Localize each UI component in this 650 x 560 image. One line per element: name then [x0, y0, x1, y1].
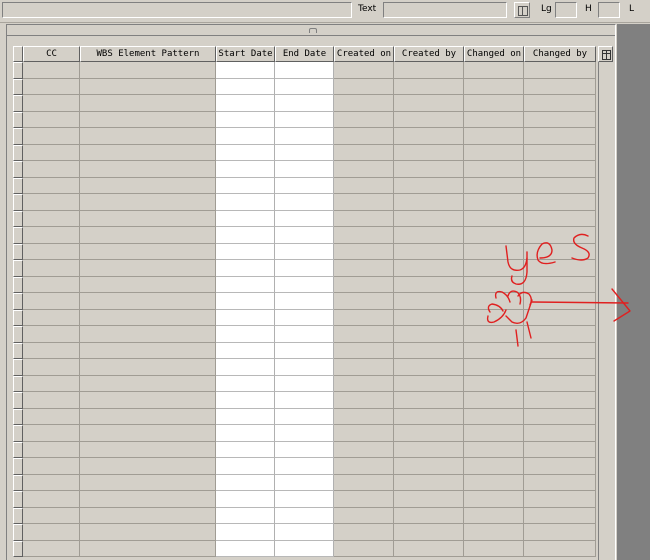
hand-pointing-arrow-icon: [486, 233, 631, 347]
